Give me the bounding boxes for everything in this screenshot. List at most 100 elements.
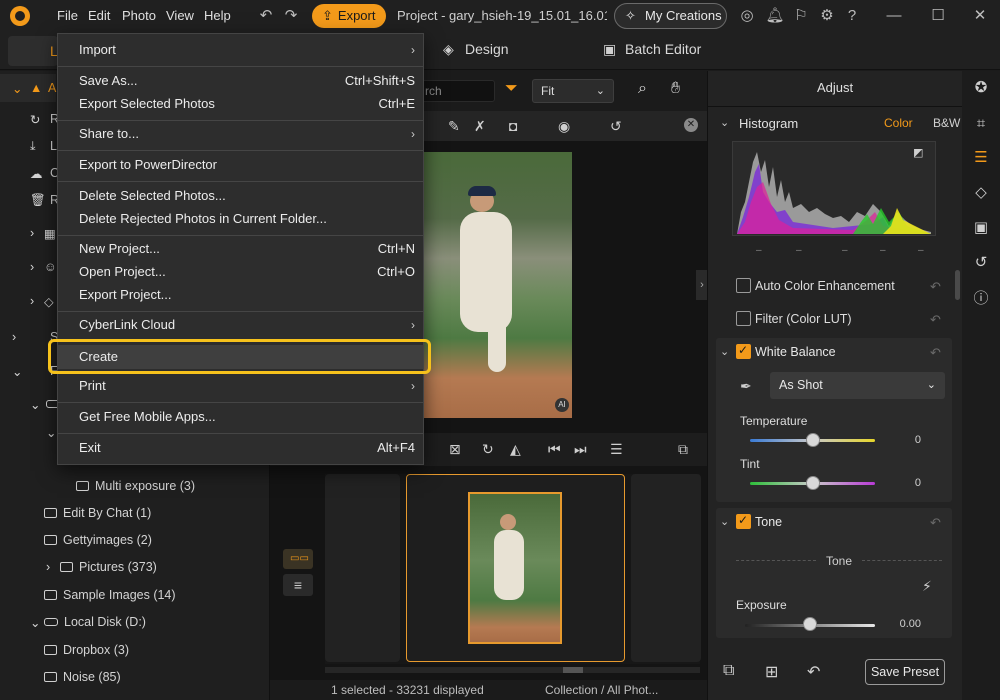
eyedropper-icon[interactable]: ✒ [740,378,752,395]
minimize-icon[interactable]: — [884,6,904,26]
rotate-icon[interactable]: ↻ [482,441,494,458]
adjust-sliders-icon[interactable]: ☰ [970,147,992,169]
app-logo-icon[interactable] [10,6,30,26]
flip-icon[interactable]: ◭ [510,441,521,458]
collapse-arrow-icon[interactable]: ⌄ [30,397,40,412]
search-input[interactable]: rch [420,80,495,102]
tint-slider-knob[interactable] [805,476,820,490]
clipping-warning-icon[interactable]: ◩ [913,146,923,159]
pan-hand-icon[interactable]: ✋︎ [671,80,680,98]
sidebar-item-l[interactable]: L [50,139,57,153]
reset-icon[interactable]: ↶ [930,515,941,531]
collapse-arrow-icon[interactable]: ⌄ [12,364,22,379]
revert-icon[interactable]: ↺ [610,118,622,135]
paste-settings-icon[interactable]: ⊞ [765,662,778,682]
collapse-arrow-icon[interactable]: ⌄ [12,81,22,96]
filmstrip-view-icon[interactable]: ▭▭ [283,549,313,569]
drive-local-disk-d[interactable]: Local Disk (D:) [44,615,146,629]
undo-icon[interactable]: ↶ [256,6,276,26]
expand-arrow-icon[interactable]: › [30,260,34,274]
menu-item-export-powerdirector[interactable]: Export to PowerDirector [58,154,423,176]
my-creations-button[interactable]: ✧ My Creations [614,3,727,29]
promotion-icon[interactable]: ⚐ [791,6,811,26]
filter-funnel-icon[interactable]: ⏷ [505,80,518,98]
collapse-arrow-icon[interactable]: ⌄ [720,345,729,358]
account-icon[interactable]: ◎ [737,6,757,26]
reset-icon[interactable]: ↶ [930,345,941,361]
next-photo-icon[interactable]: ⏭ [574,441,587,458]
settings-gear-icon[interactable]: ⚙ [817,6,837,26]
redo-icon[interactable]: ↷ [281,6,301,26]
history-icon[interactable]: ↺ [970,252,992,274]
temperature-slider-knob[interactable] [805,433,820,447]
mask-icon[interactable]: ▣ [970,217,992,239]
maximize-icon[interactable]: ☐ [928,6,948,26]
expand-view-icon[interactable]: ⧉ [678,441,688,458]
expand-arrow-icon[interactable]: › [30,294,34,308]
expand-arrow-icon[interactable]: › [30,226,34,240]
people-icon[interactable]: ☺ [44,260,57,274]
menu-item-open-project[interactable]: Open Project... Ctrl+O [58,261,423,283]
menu-file[interactable]: File [57,8,78,23]
sort-list-icon[interactable]: ☰ [610,441,623,458]
menu-view[interactable]: View [166,8,194,23]
help-icon[interactable]: ? [842,6,862,26]
menu-item-get-mobile-apps[interactable]: Get Free Mobile Apps... [58,406,423,428]
wb-preset-select[interactable]: As Shot ⌄ [770,372,945,399]
eraser-icon[interactable]: ✗ [474,118,486,135]
histogram-bw-tab[interactable]: B&W [933,116,960,130]
folder-multi-exposure[interactable]: Multi exposure (3) [76,479,195,493]
scrollbar-thumb[interactable] [563,667,583,673]
compare-icon[interactable]: ◉ [558,118,570,135]
batch-editor-tab[interactable]: Batch Editor [625,41,701,57]
panel-scrollbar-thumb[interactable] [955,270,960,300]
menu-item-delete-rejected[interactable]: Delete Rejected Photos in Current Folder… [58,208,423,230]
reset-icon[interactable]: ↶ [930,279,941,295]
eraser-tool-icon[interactable]: ◇ [970,182,992,204]
filter-lut-checkbox[interactable] [736,311,751,326]
copy-settings-icon[interactable]: ⧉ [723,662,734,680]
menu-item-print[interactable]: Print › [58,375,423,397]
crop-tool-icon[interactable]: ⌗ [970,113,992,135]
menu-item-save-as[interactable]: Save As... Ctrl+Shift+S [58,70,423,92]
auto-color-checkbox[interactable] [736,278,751,293]
auto-tone-wand-icon[interactable]: ⚡︎ [922,578,932,595]
folder-gettyimages[interactable]: Gettyimages (2) [44,533,152,547]
design-tab[interactable]: Design [465,41,509,57]
menu-item-cyberlink-cloud[interactable]: CyberLink Cloud › [58,314,423,336]
menu-item-new-project[interactable]: New Project... Ctrl+N [58,238,423,260]
collapse-arrow-icon[interactable]: ⌄ [30,615,40,630]
expand-arrow-icon[interactable]: › [12,330,16,344]
reset-icon[interactable]: ↶ [930,312,941,328]
folder-dropbox[interactable]: Dropbox (3) [44,643,129,657]
menu-help[interactable]: Help [204,8,231,23]
exposure-slider-knob[interactable] [803,617,817,631]
menu-item-delete-selected[interactable]: Delete Selected Photos... [58,185,423,207]
folder-edit-by-chat[interactable]: Edit By Chat (1) [44,506,151,520]
ai-tools-icon[interactable]: ✪ [970,77,992,99]
collapse-arrow-icon[interactable]: ⌄ [720,515,729,528]
folder-noise[interactable]: Noise (85) [44,670,121,684]
save-preset-button[interactable]: Save Preset [865,659,945,685]
menu-item-import[interactable]: Import › [58,39,423,61]
library-tab[interactable]: L [8,36,58,66]
sidebar-item-a[interactable]: A [48,81,56,95]
list-view-icon[interactable]: ≡ [283,574,313,596]
menu-photo[interactable]: Photo [122,8,156,23]
menu-item-export-project[interactable]: Export Project... [58,284,423,306]
zoom-search-icon[interactable]: ⌕ [638,80,647,98]
menu-item-exit[interactable]: Exit Alt+F4 [58,437,423,459]
folder-sample-images[interactable]: Sample Images (14) [44,588,176,602]
thumbnail-next[interactable] [631,474,701,662]
tag-icon[interactable]: ◇ [44,294,54,309]
thumbnail-previous[interactable] [325,474,400,662]
menu-item-share-to[interactable]: Share to... › [58,123,423,145]
filmstrip-scrollbar[interactable] [325,667,700,673]
zoom-fit-select[interactable]: Fit ⌄ [532,79,614,103]
previous-photo-icon[interactable]: ⏮ [548,441,561,458]
collapse-arrow-icon[interactable]: ⌄ [46,425,56,440]
export-button[interactable]: ⇪ Export [312,4,386,28]
undo-adjust-icon[interactable]: ↶ [807,662,820,682]
camera-icon[interactable]: ◘ [509,118,517,134]
tone-checkbox[interactable] [736,513,751,529]
